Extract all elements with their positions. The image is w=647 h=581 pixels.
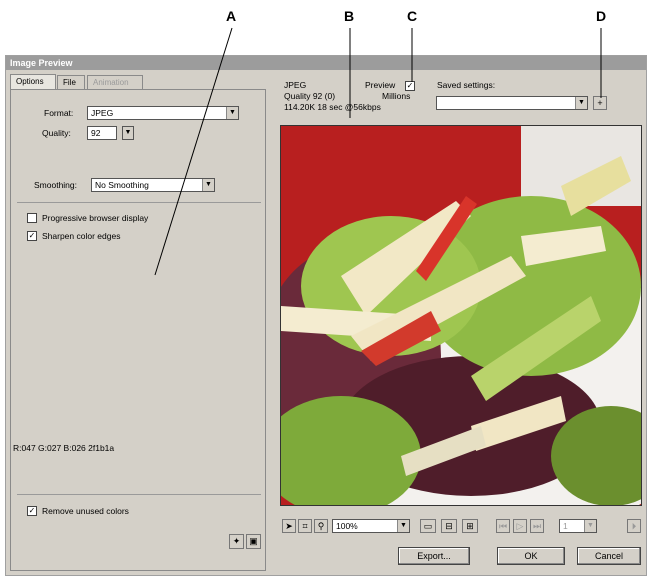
callout-d: D	[596, 8, 607, 24]
progressive-label: Progressive browser display	[42, 213, 149, 223]
preview-label: Preview	[365, 80, 396, 90]
crop-tool-icon[interactable]: ⌗	[298, 519, 312, 533]
preview-image	[280, 125, 642, 506]
smoothing-value: No Smoothing	[95, 180, 149, 190]
saved-settings-label: Saved settings:	[437, 80, 496, 90]
quality-slider-button[interactable]: ▼	[122, 126, 134, 140]
format-value: JPEG	[91, 108, 114, 118]
tab-file[interactable]: File	[57, 75, 85, 89]
preview-size-estimate: 114.20K 18 sec @56kbps	[284, 102, 381, 112]
smoothing-label: Smoothing:	[34, 180, 77, 190]
chevron-down-icon: ▼	[575, 97, 587, 109]
two-up-view-icon[interactable]: ⊟	[441, 519, 457, 533]
quality-input[interactable]: 92	[87, 126, 117, 140]
chevron-down-icon: ▼	[226, 107, 238, 119]
format-select[interactable]: JPEG ▼	[87, 106, 239, 120]
sharpen-checkbox[interactable]: ✓	[27, 231, 37, 241]
tab-animation[interactable]: Animation	[87, 75, 143, 89]
last-frame-icon[interactable]: ⏭	[530, 519, 544, 533]
export-button[interactable]: Export...	[398, 547, 470, 565]
quality-value: 92	[91, 128, 101, 138]
preview-quality: Quality 92 (0)	[284, 91, 336, 101]
tab-options[interactable]: Options	[10, 74, 56, 90]
save-settings-button[interactable]: +	[593, 96, 607, 110]
color-depth: Millions	[382, 91, 411, 101]
remove-unused-checkbox[interactable]: ✓	[27, 506, 37, 516]
four-up-view-icon[interactable]: ⊞	[462, 519, 478, 533]
single-view-icon[interactable]: ▭	[420, 519, 436, 533]
format-label: Format:	[44, 108, 74, 118]
ok-button[interactable]: OK	[497, 547, 565, 565]
chevron-down-icon: ▼	[584, 520, 596, 532]
smoothing-select[interactable]: No Smoothing ▼	[91, 178, 215, 192]
divider	[17, 202, 261, 203]
magic-wand-icon[interactable]: ✦	[229, 534, 244, 549]
frame-select[interactable]: 1 ▼	[559, 519, 597, 533]
quality-label: Quality:	[42, 128, 71, 138]
zoom-select[interactable]: 100% ▼	[332, 519, 410, 533]
zoom-tool-icon[interactable]: ⚲	[314, 519, 328, 533]
callout-a: A	[226, 8, 237, 24]
pointer-tool-icon[interactable]: ➤	[282, 519, 296, 533]
first-frame-icon[interactable]: ⏮	[496, 519, 510, 533]
optimize-to-size-icon[interactable]: ▣	[246, 534, 261, 549]
callout-b: B	[344, 8, 355, 24]
color-readout: R:047 G:027 B:026 2f1b1a	[13, 443, 115, 453]
divider	[17, 494, 261, 495]
remove-unused-label: Remove unused colors	[42, 506, 129, 516]
saved-settings-select[interactable]: ▼	[436, 96, 588, 110]
next-frame-icon[interactable]: ⏵	[627, 519, 641, 533]
preview-checkbox[interactable]: ✓	[405, 81, 415, 91]
zoom-value: 100%	[336, 521, 358, 531]
play-icon[interactable]: ▷	[513, 519, 527, 533]
window-title: Image Preview	[6, 56, 646, 70]
chevron-down-icon: ▼	[397, 520, 409, 532]
options-panel: Format: JPEG ▼ Quality: 92 ▼ Smoothing: …	[10, 89, 266, 571]
cancel-button[interactable]: Cancel	[577, 547, 641, 565]
callout-c: C	[407, 8, 418, 24]
frame-value: 1	[563, 521, 568, 531]
progressive-checkbox[interactable]	[27, 213, 37, 223]
chevron-down-icon: ▼	[202, 179, 214, 191]
sharpen-label: Sharpen color edges	[42, 231, 121, 241]
salad-photo	[281, 126, 641, 505]
preview-format: JPEG	[284, 80, 307, 90]
